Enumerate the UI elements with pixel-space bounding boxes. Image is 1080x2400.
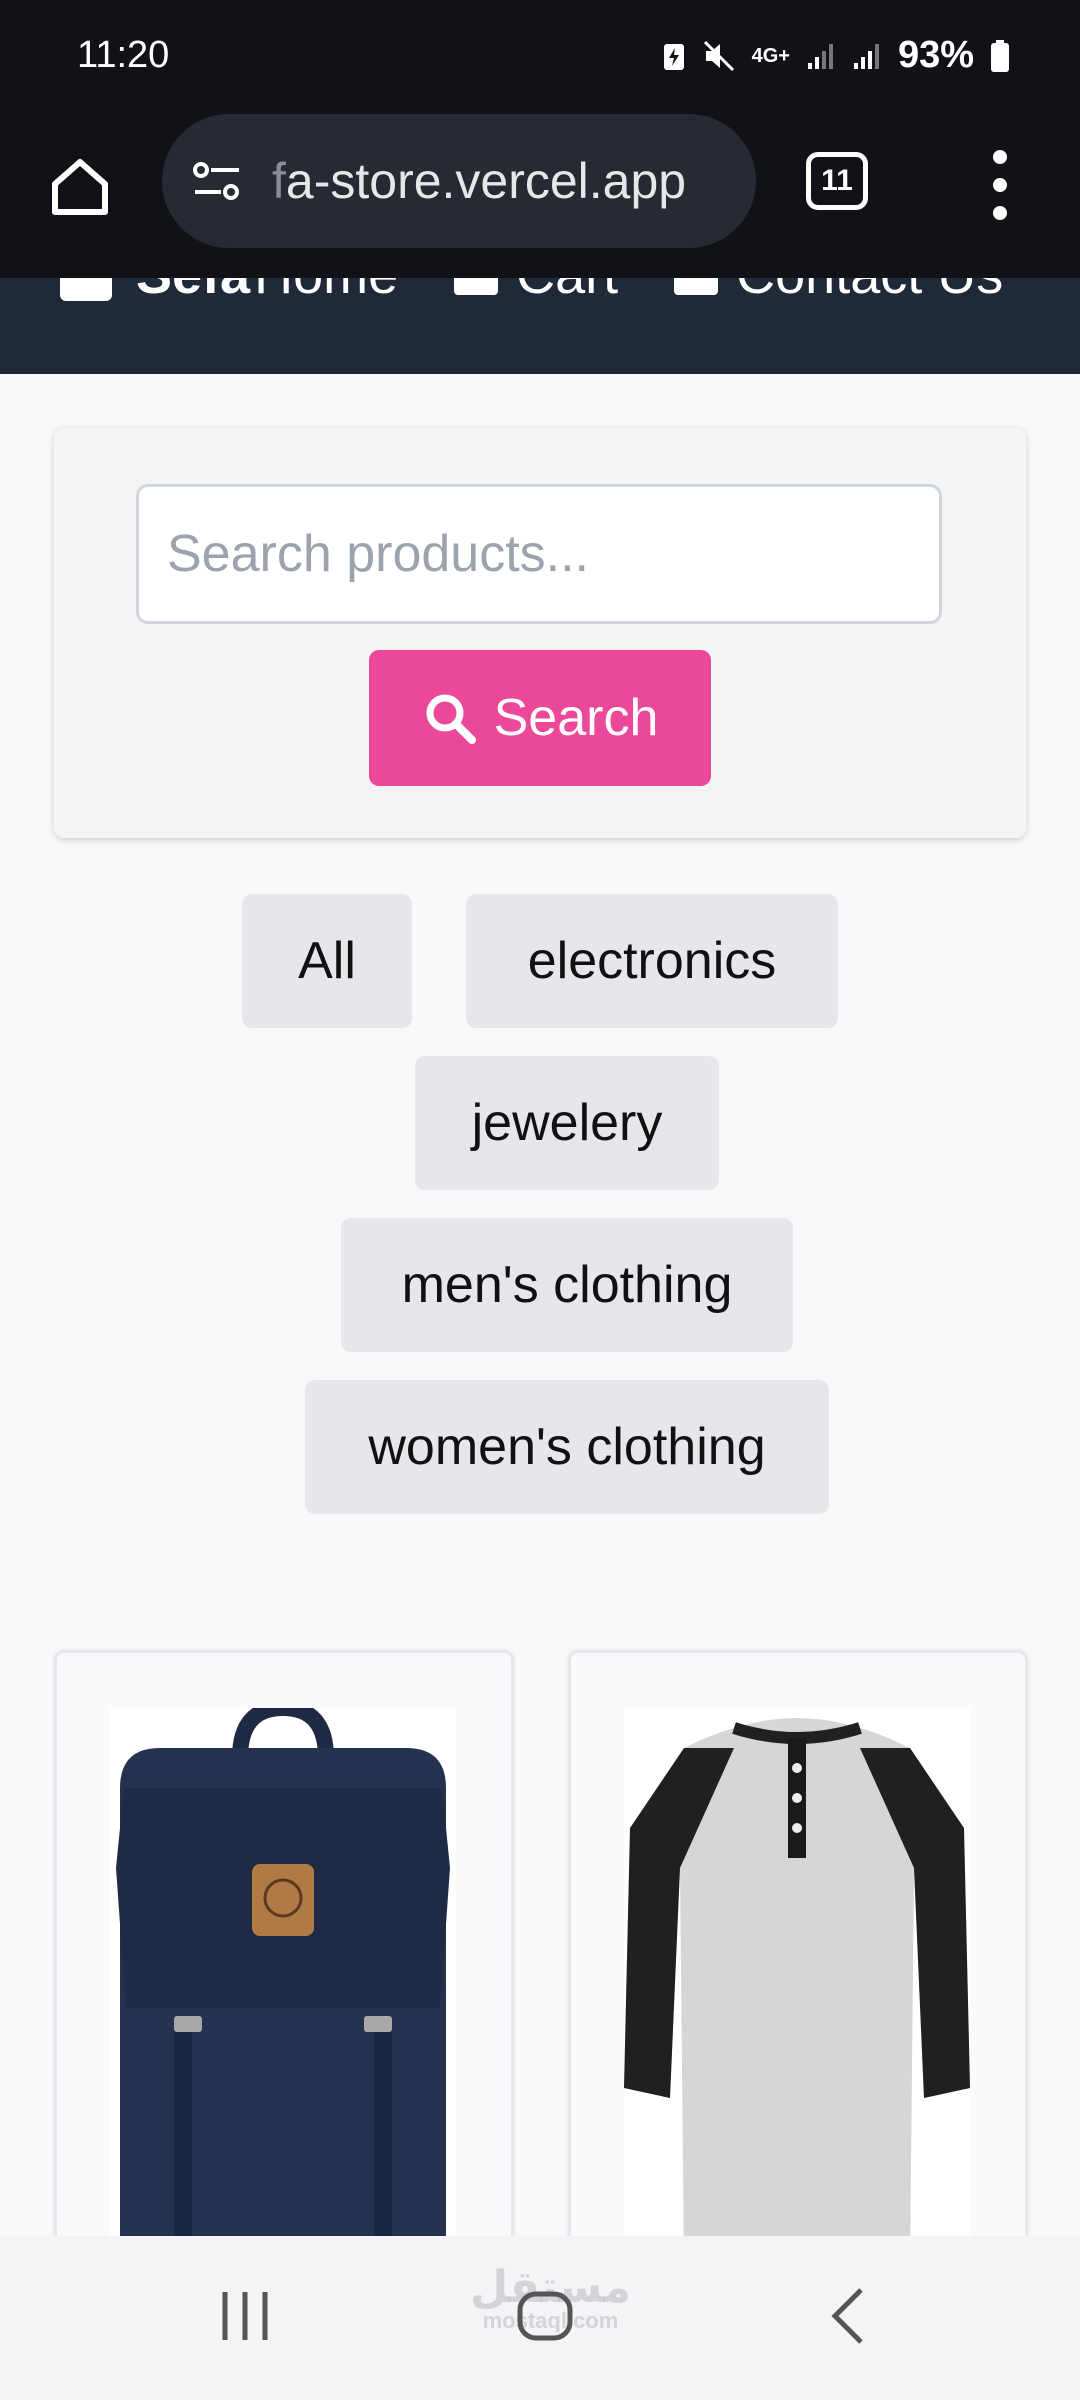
search-card: Search [54, 428, 1026, 838]
search-button[interactable]: Search [369, 650, 711, 786]
battery-saver-icon [663, 43, 684, 70]
cart-icon [454, 278, 499, 295]
shop-icon [60, 278, 112, 301]
home-icon [52, 159, 108, 215]
mute-icon [703, 40, 734, 71]
shirt-image [624, 1718, 970, 2288]
browser-toolbar: fa-store.vercel.app 11 [0, 112, 1080, 278]
battery-percent: 93% [897, 34, 974, 76]
nav-link-home[interactable]: Home [254, 278, 398, 306]
site-nav-row: Sefa Home Cart Contact Us [60, 278, 1059, 306]
address-bar[interactable]: fa-store.vercel.app [162, 114, 756, 248]
nav-link-cart[interactable]: Cart [454, 278, 618, 306]
url-text: fa-store.vercel.app [272, 152, 686, 210]
signal-icon [807, 43, 833, 69]
search-button-label: Search [493, 689, 659, 747]
recents-icon [222, 2292, 268, 2340]
status-icons: 4G+ 93% [662, 34, 1010, 77]
system-nav-bar: مستقل mostaql.com [0, 2236, 1080, 2400]
recent-apps-button[interactable] [195, 2276, 295, 2356]
category-chip-mens-clothing[interactable]: men's clothing [341, 1218, 793, 1352]
back-chevron-icon [831, 2288, 863, 2344]
product-image-shirt [624, 1708, 970, 2308]
menu-dot-icon [993, 206, 1007, 220]
url-domain: a-store.vercel.app [285, 153, 687, 209]
url-faded-prefix: f [272, 153, 286, 209]
status-bar: 11:20 4G+ 93% [0, 0, 1080, 112]
menu-dot-icon [993, 150, 1007, 164]
status-time: 11:20 [77, 34, 170, 76]
tune-icon [193, 162, 239, 200]
backpack-image [116, 1699, 450, 2308]
category-chip-womens-clothing[interactable]: women's clothing [305, 1380, 829, 1514]
category-chip-jewelery[interactable]: jewelery [415, 1056, 719, 1190]
back-button[interactable] [800, 2276, 900, 2356]
menu-dot-icon [993, 178, 1007, 192]
battery-icon [991, 39, 1009, 72]
category-chip-all[interactable]: All [242, 894, 412, 1028]
search-icon [426, 694, 476, 744]
product-image-backpack [110, 1699, 456, 2308]
mail-icon [674, 278, 719, 295]
site-settings-button[interactable] [188, 151, 248, 211]
network-4g-icon: 4G+ [751, 44, 790, 67]
nav-link-home-label: Home [254, 278, 398, 306]
overflow-menu-button[interactable] [982, 150, 1018, 220]
home-nav-button[interactable] [495, 2276, 595, 2356]
tab-switcher-button[interactable]: 11 [806, 152, 868, 210]
search-input[interactable] [136, 484, 942, 624]
signal-icon-2 [853, 43, 879, 69]
site-brand[interactable]: Sefa [136, 278, 250, 306]
nav-link-contact[interactable]: Contact Us [674, 278, 1003, 306]
home-pill-icon [517, 2291, 573, 2341]
category-chip-electronics[interactable]: electronics [466, 894, 838, 1028]
site-navbar: Sefa Home Cart Contact Us [0, 278, 1080, 374]
home-button[interactable] [40, 147, 120, 227]
nav-link-cart-label: Cart [516, 278, 618, 306]
nav-link-contact-label: Contact Us [736, 278, 1003, 306]
